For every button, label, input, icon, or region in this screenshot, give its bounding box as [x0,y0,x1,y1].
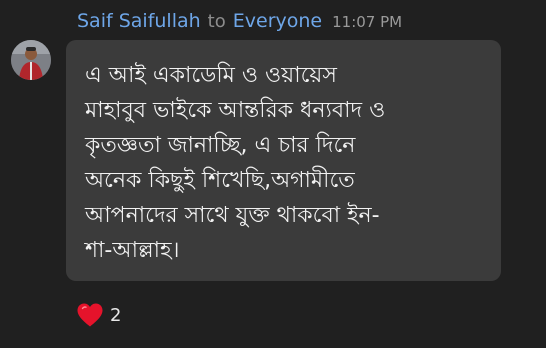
to-label: to [207,11,226,32]
message-line: অনেক কিছুই শিখেছি,অগামীতে [85,168,355,193]
avatar-photo [11,40,51,80]
sender-name[interactable]: Saif Saifullah [77,10,201,32]
message-line: আপনাদের সাথে যুক্ত থাকবো ইন- [85,203,380,228]
avatar[interactable] [11,40,51,80]
message-line: কৃতজ্ঞতা জানাচ্ছি, এ চার দিনে [85,133,356,158]
message-header: Saif Saifullah to Everyone 11:07 PM [77,10,402,36]
recipient-name[interactable]: Everyone [233,10,322,32]
chat-message: Saif Saifullah to Everyone 11:07 PM এ আই… [0,0,546,348]
message-line: মাহাবুব ভাইকে আন্তরিক ধন্যবাদ ও [85,98,386,123]
heart-icon [77,303,103,327]
heart-reaction[interactable]: 2 [76,302,121,328]
message-line: শা-আল্লাহ। [85,238,180,263]
reaction-count: 2 [110,304,122,326]
message-text: এ আই একাডেমি ও ওয়ায়েস মাহাবুব ভাইকে আন… [85,58,485,268]
message-bubble[interactable]: এ আই একাডেমি ও ওয়ায়েস মাহাবুব ভাইকে আন… [66,40,501,281]
message-timestamp: 11:07 PM [332,13,403,31]
message-line: এ আই একাডেমি ও ওয়ায়েস [85,63,337,88]
